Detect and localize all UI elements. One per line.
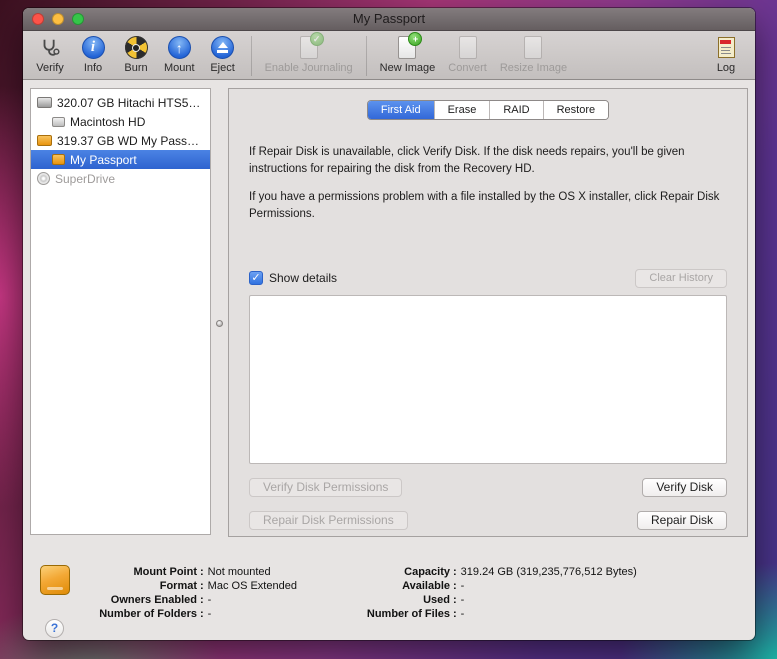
toolbar-separator	[250, 36, 252, 76]
toolbar-burn-button[interactable]: Burn	[121, 35, 151, 74]
sidebar-item-my-passport[interactable]: My Passport	[31, 150, 210, 169]
resize-image-document-icon	[524, 36, 543, 59]
toolbar-convert-label: Convert	[448, 62, 487, 74]
toolbar-enable-journaling-label: Enable Journaling	[264, 62, 353, 74]
splitter-handle[interactable]	[216, 320, 223, 327]
window-titlebar[interactable]: My Passport	[23, 8, 755, 31]
toolbar-mount-button[interactable]: ↑ Mount	[164, 35, 195, 74]
eject-icon	[211, 36, 235, 59]
tab-erase[interactable]: Erase	[434, 101, 491, 119]
show-details-label: Show details	[269, 271, 338, 286]
toolbar-info-button[interactable]: i Info	[78, 35, 108, 74]
sidebar-item-label: My Passport	[70, 152, 137, 167]
green-check-badge-icon: ✓	[309, 32, 324, 46]
disk-utility-window: My Passport Verify i Info Burn ↑ Mount E…	[23, 8, 755, 640]
toolbar-eject-button[interactable]: Eject	[208, 35, 238, 74]
toolbar-burn-label: Burn	[124, 62, 148, 74]
log-icon	[717, 37, 735, 58]
info-row: Number of Files: -	[366, 608, 465, 620]
info-row: Owners Enabled: -	[110, 594, 212, 606]
toolbar-verify-button[interactable]: Verify	[35, 35, 65, 74]
number-of-files-value: -	[460, 608, 465, 620]
sidebar-item-label: Macintosh HD	[70, 114, 146, 129]
first-aid-pane: First Aid Erase RAID Restore If Repair D…	[228, 88, 748, 537]
details-row: ✓ Show details Clear History	[249, 268, 727, 288]
tab-restore[interactable]: Restore	[543, 101, 609, 119]
capacity-value: 319.24 GB (319,235,776,512 Bytes)	[460, 566, 637, 578]
convert-document-icon	[458, 36, 477, 59]
first-aid-instructions-1: If Repair Disk is unavailable, click Ver…	[249, 146, 685, 175]
verify-actions-row: Verify Disk Permissions Verify Disk	[249, 477, 727, 497]
tab-raid[interactable]: RAID	[490, 101, 544, 119]
optical-disc-icon	[37, 172, 50, 185]
toolbar-info-label: Info	[83, 62, 103, 74]
info-icon: i	[81, 36, 105, 59]
device-sidebar: 320.07 GB Hitachi HTS5… Macintosh HD 319…	[30, 88, 211, 535]
toolbar-verify-label: Verify	[36, 62, 64, 74]
toolbar-enable-journaling-button: ✓ Enable Journaling	[264, 32, 353, 74]
toolbar: Verify i Info Burn ↑ Mount Eject ✓ Enabl…	[23, 31, 755, 80]
info-row: Available: -	[402, 580, 465, 592]
mount-icon: ↑	[167, 36, 191, 59]
mount-point-value: Not mounted	[207, 566, 271, 578]
available-value: -	[460, 580, 465, 592]
sidebar-item-hitachi-disk[interactable]: 320.07 GB Hitachi HTS5…	[31, 93, 210, 112]
desktop-background: My Passport Verify i Info Burn ↑ Mount E…	[0, 0, 777, 659]
number-of-folders-value: -	[207, 608, 212, 620]
window-title: My Passport	[352, 11, 426, 26]
info-row: Capacity:319.24 GB (319,235,776,512 Byte…	[404, 566, 637, 578]
verify-disk-button[interactable]: Verify Disk	[642, 477, 727, 497]
clear-history-button: Clear History	[635, 268, 727, 288]
internal-drive-icon	[37, 97, 52, 108]
repair-disk-button[interactable]: Repair Disk	[636, 510, 727, 530]
toolbar-resize-image-button: Resize Image	[500, 35, 567, 74]
volume-icon	[52, 116, 65, 127]
sidebar-item-label: SuperDrive	[55, 171, 116, 186]
show-details-checkbox[interactable]: ✓	[249, 271, 263, 286]
format-value: Mac OS Extended	[207, 580, 297, 592]
tab-bar: First Aid Erase RAID Restore	[366, 100, 610, 120]
tab-first-aid[interactable]: First Aid	[367, 101, 435, 119]
help-button[interactable]: ?	[45, 619, 64, 638]
verify-disk-permissions-button: Verify Disk Permissions	[249, 477, 403, 497]
info-row: Used: -	[423, 594, 465, 606]
toolbar-mount-label: Mount	[164, 62, 195, 74]
info-grid-left: Mount Point: Not mounted Format: Mac OS Ex…	[47, 565, 297, 621]
external-drive-icon	[37, 135, 52, 146]
toolbar-new-image-button[interactable]: + New Image	[379, 32, 436, 74]
info-row: Number of Folders: -	[99, 608, 212, 620]
toolbar-eject-label: Eject	[210, 62, 235, 74]
external-volume-icon	[52, 154, 65, 165]
sidebar-item-label: 319.37 GB WD My Pass…	[57, 133, 200, 148]
details-output-area	[249, 294, 727, 464]
green-plus-badge-icon: +	[408, 32, 423, 46]
repair-disk-permissions-button: Repair Disk Permissions	[249, 510, 408, 530]
journaling-document-icon: ✓	[299, 32, 324, 59]
toolbar-separator	[365, 36, 367, 76]
toolbar-new-image-label: New Image	[379, 62, 436, 74]
repair-actions-row: Repair Disk Permissions Repair Disk	[249, 510, 727, 530]
burn-icon	[124, 36, 148, 59]
first-aid-instructions-2: If you have a permissions problem with a…	[249, 191, 720, 221]
new-image-document-icon: +	[398, 32, 423, 59]
info-row: Mount Point: Not mounted	[133, 566, 271, 578]
info-row: Format: Mac OS Extended	[159, 580, 297, 592]
disk-info-bar: ? Mount Point: Not mounted Format: Mac OS …	[23, 545, 755, 640]
sidebar-item-label: 320.07 GB Hitachi HTS5…	[57, 95, 201, 110]
info-grid-right: Capacity:319.24 GB (319,235,776,512 Byte…	[323, 565, 637, 621]
used-value: -	[460, 594, 465, 606]
sidebar-item-macintosh-hd[interactable]: Macintosh HD	[31, 112, 210, 131]
toolbar-convert-button: Convert	[448, 35, 487, 74]
sidebar-item-wd-disk[interactable]: 319.37 GB WD My Pass…	[31, 131, 210, 150]
toolbar-resize-image-label: Resize Image	[499, 62, 568, 74]
owners-enabled-value: -	[207, 594, 212, 606]
stethoscope-icon	[39, 35, 61, 60]
sidebar-item-superdrive[interactable]: SuperDrive	[31, 169, 210, 188]
toolbar-log-button[interactable]: Log	[711, 35, 741, 74]
toolbar-log-label: Log	[716, 62, 736, 74]
